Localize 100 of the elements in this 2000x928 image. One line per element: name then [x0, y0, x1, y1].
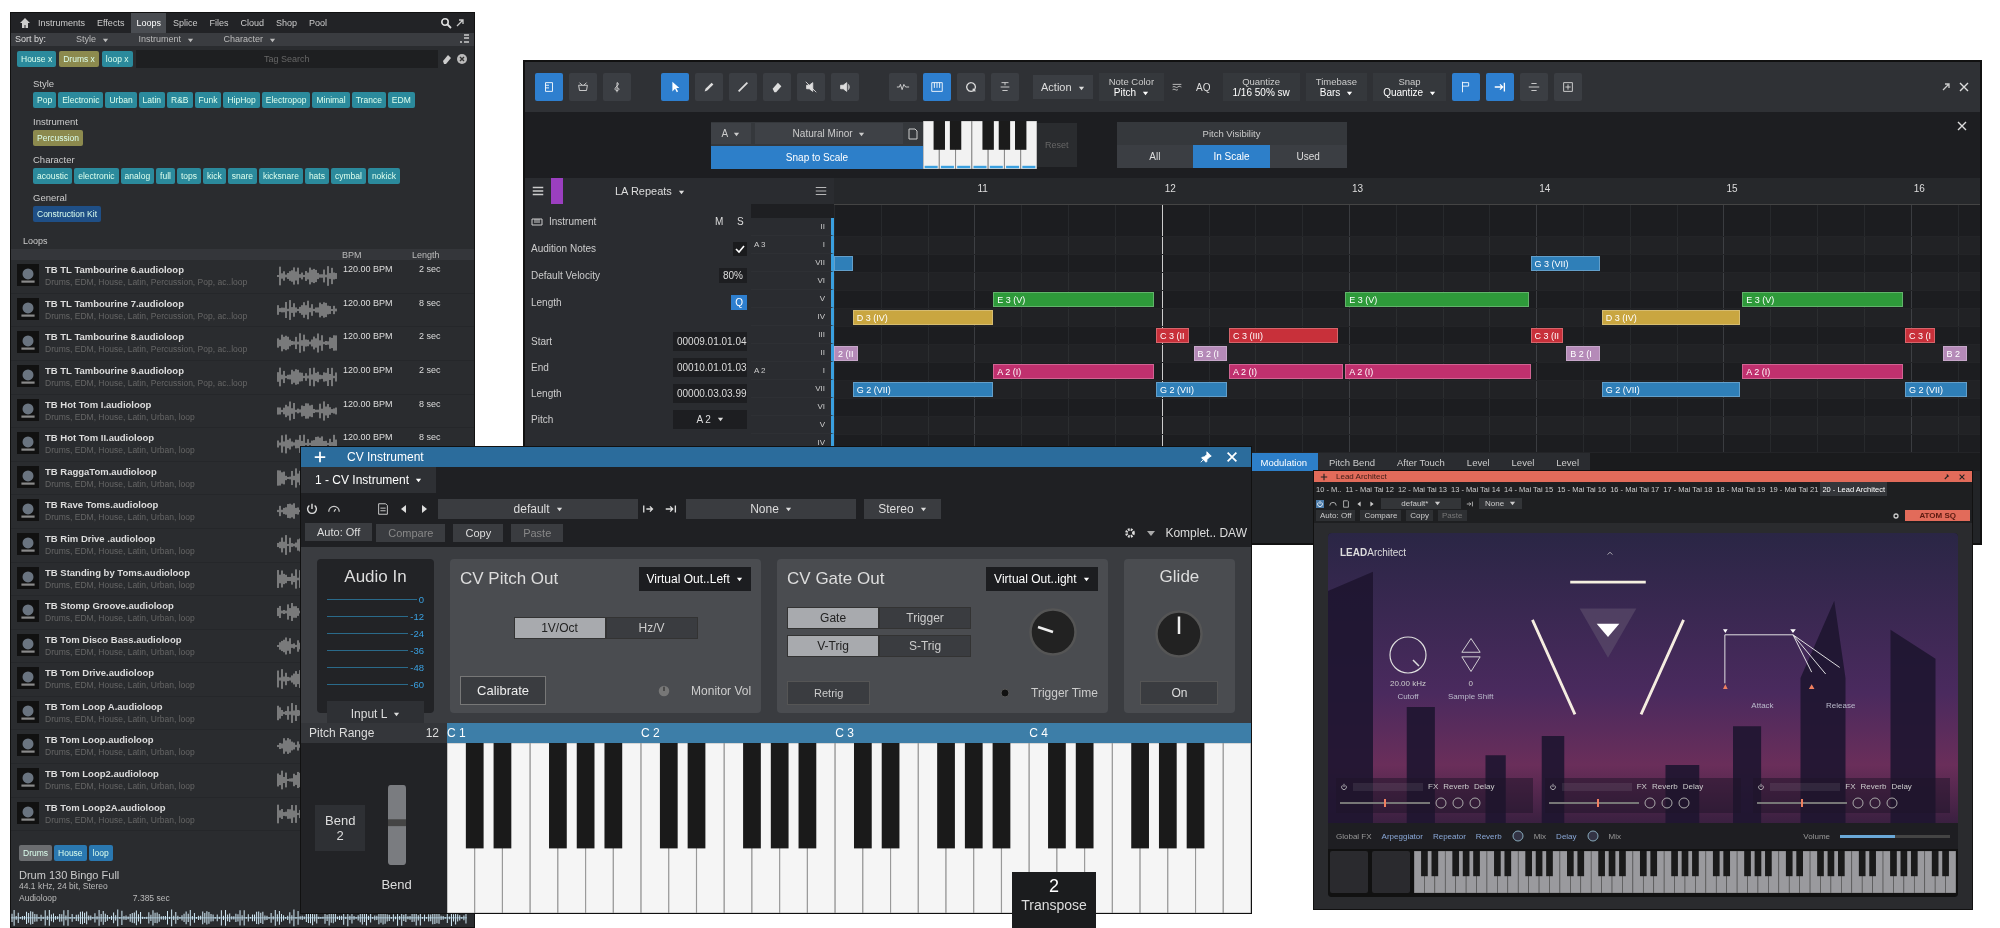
midi-note[interactable]: A 2 (I) — [1345, 364, 1531, 379]
fx-toggle[interactable]: Arpeggiator — [1381, 831, 1423, 841]
solo-button[interactable]: S — [731, 215, 747, 228]
trigger-mode-button[interactable]: V-Trig — [787, 635, 880, 657]
small-knob-icon[interactable] — [1852, 797, 1865, 809]
pitch-bend-wheel[interactable] — [387, 784, 406, 865]
copy-button[interactable]: Copy — [1406, 510, 1434, 521]
eraser-tool-button[interactable] — [763, 73, 791, 101]
timeline-ruler[interactable]: 11 12 13 14 15 16 — [834, 178, 1980, 205]
flag-tool-button[interactable] — [1451, 73, 1480, 101]
filter-tag[interactable]: Pop — [33, 91, 57, 108]
trigger-mode-button[interactable]: S-Trig — [879, 635, 972, 657]
split-tool-button[interactable] — [1519, 73, 1548, 101]
pointer-tool-button[interactable] — [661, 73, 689, 101]
pitch-dropdown[interactable]: A 2 — [673, 409, 747, 429]
tag-search-field[interactable]: Tag Search — [135, 49, 438, 68]
volume-slider[interactable] — [1840, 834, 1950, 838]
position-field[interactable]: 00009.01.01.04 — [673, 331, 747, 351]
filter-tag[interactable]: kicksnare — [258, 167, 303, 184]
speaker-tool-button[interactable] — [831, 73, 859, 101]
next-icon[interactable] — [1368, 499, 1376, 508]
midi-note[interactable]: A 2 (I) — [1742, 364, 1904, 379]
reverb-toggle[interactable]: Reverb — [1475, 831, 1502, 841]
small-knob-icon[interactable] — [1435, 797, 1447, 809]
piano-keyboard-drawing[interactable] — [447, 743, 1251, 913]
sort-dropdown[interactable]: Character — [223, 34, 276, 45]
pitch-visibility-option[interactable]: All — [1116, 145, 1194, 168]
lane-tab[interactable]: Level — [1455, 453, 1501, 471]
auto-off-button[interactable]: Auto: Off — [1316, 510, 1356, 521]
snap-to-scale-button[interactable]: Snap to Scale — [711, 145, 923, 169]
compare-button[interactable]: Compare — [1360, 510, 1402, 521]
document-icon[interactable] — [907, 127, 919, 140]
auto-off-button[interactable]: Auto: Off — [305, 523, 373, 541]
filter-tag[interactable]: full — [156, 167, 175, 184]
timebase-control[interactable]: Timebase Bars — [1305, 73, 1368, 101]
expand-icon[interactable] — [1940, 81, 1952, 93]
browser-tab[interactable]: Shop — [270, 13, 302, 33]
small-knob-icon[interactable] — [1643, 797, 1656, 809]
browser-tab[interactable]: Effects — [92, 13, 130, 33]
eraser-icon[interactable] — [441, 52, 453, 65]
filter-tag[interactable]: tops — [177, 167, 202, 184]
midi-note[interactable]: E 3 (V) — [993, 292, 1155, 307]
filter-tag[interactable]: acoustic — [33, 167, 73, 184]
root-note-dropdown[interactable]: A — [711, 123, 751, 144]
small-knob-icon[interactable] — [1886, 797, 1899, 809]
automation-icon[interactable] — [1329, 499, 1337, 508]
clear-icon[interactable] — [456, 52, 468, 65]
sort-dropdown[interactable]: Instrument — [138, 34, 194, 45]
output-dropdown[interactable]: Virtual Out..ight — [986, 567, 1098, 591]
sidechain-dropdown[interactable]: None — [686, 499, 857, 519]
browser-tab[interactable]: Splice — [167, 13, 203, 33]
midi-note[interactable]: C 3 (I — [1905, 328, 1936, 343]
small-knob-icon[interactable] — [1452, 797, 1464, 809]
midi-note[interactable]: A 2 (I) — [993, 364, 1155, 379]
browser-tab[interactable]: Files — [204, 13, 234, 33]
pitch-visibility-option[interactable]: In Scale — [1193, 145, 1270, 168]
filter-tag[interactable]: nokick — [367, 167, 400, 184]
lane-tab[interactable]: Pitch Bend — [1318, 453, 1386, 471]
search-icon[interactable] — [440, 17, 452, 29]
small-knob-icon[interactable] — [1869, 797, 1882, 809]
expand-icon[interactable] — [454, 17, 466, 29]
drum-tool-button[interactable] — [569, 73, 597, 101]
line-tool-button[interactable] — [729, 73, 757, 101]
midi-note[interactable]: G 2 (VII) — [1905, 382, 1967, 397]
filter-tag[interactable]: Urban — [105, 91, 137, 108]
filter-tag[interactable]: snare — [227, 167, 257, 184]
pencil-tool-button[interactable] — [695, 73, 723, 101]
pin-icon[interactable] — [1942, 472, 1950, 481]
bend-range-display[interactable]: Bend 2 — [315, 805, 366, 851]
browser-tab[interactable]: Instruments — [33, 13, 91, 33]
midi-note[interactable]: G 2 (VII) — [1156, 382, 1228, 397]
settings-icon[interactable] — [1123, 526, 1138, 540]
small-knob-icon[interactable] — [1469, 797, 1481, 809]
note-grid[interactable]: G 3 (VII) E 3 (V) E 3 (V) E 3 (V) D 3 (IV) D 3 (IV) C 3 (II C 3 (III) C 3 (II C 3 (I 2 (II B 2 (I B 2 (I B 2 A 2 (I) A 2 (I) A 2 (I) A 2 (I) G 2 (VII) G 2 (VII) G 2 (VII) G 2 (VII) — [834, 205, 1980, 453]
target-tool-button[interactable] — [1553, 73, 1582, 101]
sort-dropdown[interactable]: Style — [76, 34, 109, 45]
filter-tag[interactable]: Electronic — [58, 91, 104, 108]
clef-tool-button[interactable] — [603, 73, 631, 101]
copy-button[interactable]: Copy — [453, 524, 504, 542]
midi-note[interactable]: C 3 (II — [1156, 328, 1189, 343]
small-knob-icon[interactable] — [1511, 830, 1524, 842]
quantize-length-button[interactable]: Q — [731, 295, 747, 310]
browser-tab[interactable]: Loops — [131, 13, 166, 33]
save-icon[interactable] — [1342, 499, 1350, 508]
snap-control[interactable]: Snap Quantize — [1373, 73, 1446, 101]
midi-note[interactable]: C 3 (II — [1530, 328, 1564, 343]
cutoff-knob[interactable] — [1388, 635, 1428, 675]
midi-note[interactable]: G 2 (VII) — [852, 382, 994, 397]
midi-note[interactable]: G 2 (VII) — [1601, 382, 1741, 397]
lane-tab[interactable]: Level — [1545, 453, 1590, 471]
velocity-value[interactable]: 80% — [719, 268, 747, 283]
filter-tag[interactable]: Minimal — [312, 91, 350, 108]
filter-tag[interactable]: Latin — [138, 91, 166, 108]
midi-note[interactable]: G 3 (VII) — [1530, 256, 1600, 271]
pitch-mode-button[interactable]: Hz/V — [605, 617, 698, 639]
power-icon[interactable] — [1340, 782, 1348, 791]
filter-tag[interactable]: HipHop — [223, 91, 260, 108]
fx-toggle[interactable]: Repeator — [1432, 831, 1466, 841]
save-icon[interactable] — [376, 502, 391, 516]
delay-toggle[interactable]: Delay — [1556, 831, 1577, 841]
